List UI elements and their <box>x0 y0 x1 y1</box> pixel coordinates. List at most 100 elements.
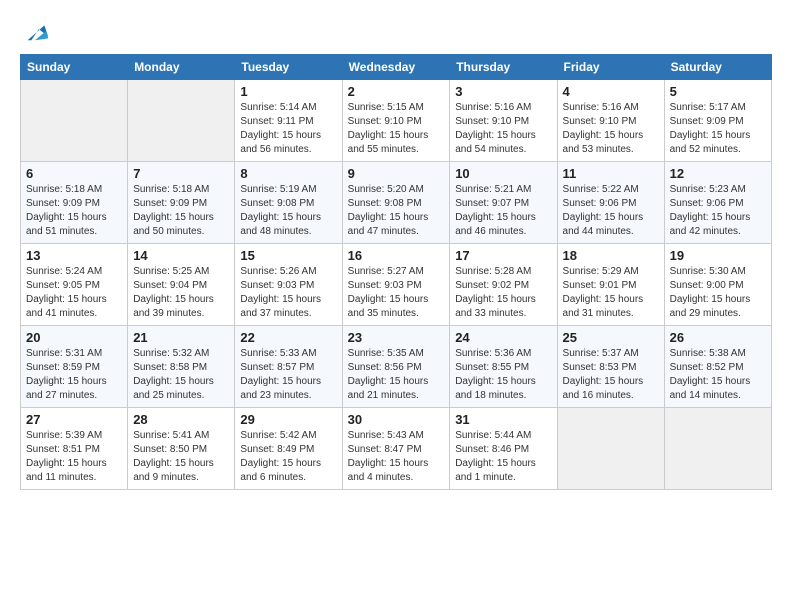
calendar-cell: 13 Sunrise: 5:24 AM Sunset: 9:05 PM Dayli… <box>21 244 128 326</box>
day-info: Sunrise: 5:32 AM Sunset: 8:58 PM Dayligh… <box>133 347 229 403</box>
day-number: 30 <box>348 412 445 427</box>
day-info: Sunrise: 5:16 AM Sunset: 9:10 PM Dayligh… <box>563 101 659 157</box>
calendar-cell <box>21 80 128 162</box>
day-info: Sunrise: 5:30 AM Sunset: 9:00 PM Dayligh… <box>670 265 766 321</box>
day-number: 13 <box>26 248 122 263</box>
logo-icon <box>22 16 50 44</box>
calendar-week-3: 13 Sunrise: 5:24 AM Sunset: 9:05 PM Dayli… <box>21 244 772 326</box>
day-number: 20 <box>26 330 122 345</box>
calendar-week-1: 1 Sunrise: 5:14 AM Sunset: 9:11 PM Daylig… <box>21 80 772 162</box>
day-number: 5 <box>670 84 766 99</box>
calendar-cell: 2 Sunrise: 5:15 AM Sunset: 9:10 PM Daylig… <box>342 80 450 162</box>
calendar-cell: 16 Sunrise: 5:27 AM Sunset: 9:03 PM Dayli… <box>342 244 450 326</box>
calendar-cell: 14 Sunrise: 5:25 AM Sunset: 9:04 PM Dayli… <box>128 244 235 326</box>
day-number: 2 <box>348 84 445 99</box>
calendar-cell: 6 Sunrise: 5:18 AM Sunset: 9:09 PM Daylig… <box>21 162 128 244</box>
day-header-sunday: Sunday <box>21 55 128 80</box>
calendar-cell: 11Sunrise: 5:22 AM Sunset: 9:06 PM Dayli… <box>557 162 664 244</box>
calendar-cell <box>557 408 664 490</box>
day-info: Sunrise: 5:17 AM Sunset: 9:09 PM Dayligh… <box>670 101 766 157</box>
calendar-cell: 19Sunrise: 5:30 AM Sunset: 9:00 PM Dayli… <box>664 244 771 326</box>
calendar-cell: 24Sunrise: 5:36 AM Sunset: 8:55 PM Dayli… <box>450 326 557 408</box>
calendar-header-row: SundayMondayTuesdayWednesdayThursdayFrid… <box>21 55 772 80</box>
calendar-cell: 30Sunrise: 5:43 AM Sunset: 8:47 PM Dayli… <box>342 408 450 490</box>
day-number: 10 <box>455 166 551 181</box>
day-info: Sunrise: 5:37 AM Sunset: 8:53 PM Dayligh… <box>563 347 659 403</box>
day-info: Sunrise: 5:31 AM Sunset: 8:59 PM Dayligh… <box>26 347 122 403</box>
day-info: Sunrise: 5:21 AM Sunset: 9:07 PM Dayligh… <box>455 183 551 239</box>
calendar-cell: 20 Sunrise: 5:31 AM Sunset: 8:59 PM Dayli… <box>21 326 128 408</box>
day-info: Sunrise: 5:19 AM Sunset: 9:08 PM Dayligh… <box>240 183 336 239</box>
day-info: Sunrise: 5:24 AM Sunset: 9:05 PM Dayligh… <box>26 265 122 321</box>
day-info: Sunrise: 5:18 AM Sunset: 9:09 PM Dayligh… <box>133 183 229 239</box>
calendar-cell: 9 Sunrise: 5:20 AM Sunset: 9:08 PM Daylig… <box>342 162 450 244</box>
calendar-cell: 29 Sunrise: 5:42 AM Sunset: 8:49 PM Dayli… <box>235 408 342 490</box>
calendar-cell: 3 Sunrise: 5:16 AM Sunset: 9:10 PM Daylig… <box>450 80 557 162</box>
day-number: 8 <box>240 166 336 181</box>
calendar-week-5: 27Sunrise: 5:39 AM Sunset: 8:51 PM Dayli… <box>21 408 772 490</box>
day-number: 22 <box>240 330 336 345</box>
day-info: Sunrise: 5:22 AM Sunset: 9:06 PM Dayligh… <box>563 183 659 239</box>
day-number: 24 <box>455 330 551 345</box>
day-info: Sunrise: 5:23 AM Sunset: 9:06 PM Dayligh… <box>670 183 766 239</box>
day-number: 23 <box>348 330 445 345</box>
day-number: 4 <box>563 84 659 99</box>
day-info: Sunrise: 5:41 AM Sunset: 8:50 PM Dayligh… <box>133 429 229 485</box>
day-info: Sunrise: 5:25 AM Sunset: 9:04 PM Dayligh… <box>133 265 229 321</box>
calendar-cell: 12Sunrise: 5:23 AM Sunset: 9:06 PM Dayli… <box>664 162 771 244</box>
day-info: Sunrise: 5:14 AM Sunset: 9:11 PM Dayligh… <box>240 101 336 157</box>
calendar-cell: 31Sunrise: 5:44 AM Sunset: 8:46 PM Dayli… <box>450 408 557 490</box>
calendar-cell: 5 Sunrise: 5:17 AM Sunset: 9:09 PM Daylig… <box>664 80 771 162</box>
day-info: Sunrise: 5:35 AM Sunset: 8:56 PM Dayligh… <box>348 347 445 403</box>
day-number: 14 <box>133 248 229 263</box>
calendar-cell: 4 Sunrise: 5:16 AM Sunset: 9:10 PM Daylig… <box>557 80 664 162</box>
day-number: 17 <box>455 248 551 263</box>
day-header-wednesday: Wednesday <box>342 55 450 80</box>
day-header-thursday: Thursday <box>450 55 557 80</box>
day-number: 31 <box>455 412 551 427</box>
day-number: 9 <box>348 166 445 181</box>
calendar-cell: 28Sunrise: 5:41 AM Sunset: 8:50 PM Dayli… <box>128 408 235 490</box>
day-info: Sunrise: 5:18 AM Sunset: 9:09 PM Dayligh… <box>26 183 122 239</box>
day-number: 21 <box>133 330 229 345</box>
day-header-monday: Monday <box>128 55 235 80</box>
calendar-body: 1 Sunrise: 5:14 AM Sunset: 9:11 PM Daylig… <box>21 80 772 490</box>
day-info: Sunrise: 5:28 AM Sunset: 9:02 PM Dayligh… <box>455 265 551 321</box>
day-info: Sunrise: 5:33 AM Sunset: 8:57 PM Dayligh… <box>240 347 336 403</box>
calendar-cell: 8 Sunrise: 5:19 AM Sunset: 9:08 PM Daylig… <box>235 162 342 244</box>
calendar-cell: 27Sunrise: 5:39 AM Sunset: 8:51 PM Dayli… <box>21 408 128 490</box>
calendar-cell: 17 Sunrise: 5:28 AM Sunset: 9:02 PM Dayli… <box>450 244 557 326</box>
day-number: 16 <box>348 248 445 263</box>
day-number: 25 <box>563 330 659 345</box>
calendar-week-4: 20 Sunrise: 5:31 AM Sunset: 8:59 PM Dayli… <box>21 326 772 408</box>
calendar-cell: 1 Sunrise: 5:14 AM Sunset: 9:11 PM Daylig… <box>235 80 342 162</box>
calendar-cell: 25 Sunrise: 5:37 AM Sunset: 8:53 PM Dayli… <box>557 326 664 408</box>
day-number: 6 <box>26 166 122 181</box>
day-info: Sunrise: 5:16 AM Sunset: 9:10 PM Dayligh… <box>455 101 551 157</box>
day-number: 1 <box>240 84 336 99</box>
day-number: 18 <box>563 248 659 263</box>
calendar-week-2: 6 Sunrise: 5:18 AM Sunset: 9:09 PM Daylig… <box>21 162 772 244</box>
calendar-cell: 23 Sunrise: 5:35 AM Sunset: 8:56 PM Dayli… <box>342 326 450 408</box>
page-header <box>20 16 772 44</box>
calendar-cell: 18 Sunrise: 5:29 AM Sunset: 9:01 PM Dayli… <box>557 244 664 326</box>
calendar-table: SundayMondayTuesdayWednesdayThursdayFrid… <box>20 54 772 490</box>
day-number: 15 <box>240 248 336 263</box>
calendar-cell: 15Sunrise: 5:26 AM Sunset: 9:03 PM Dayli… <box>235 244 342 326</box>
day-number: 26 <box>670 330 766 345</box>
day-header-tuesday: Tuesday <box>235 55 342 80</box>
calendar-cell <box>128 80 235 162</box>
day-info: Sunrise: 5:15 AM Sunset: 9:10 PM Dayligh… <box>348 101 445 157</box>
day-number: 29 <box>240 412 336 427</box>
calendar-cell: 22 Sunrise: 5:33 AM Sunset: 8:57 PM Dayli… <box>235 326 342 408</box>
day-info: Sunrise: 5:20 AM Sunset: 9:08 PM Dayligh… <box>348 183 445 239</box>
day-info: Sunrise: 5:27 AM Sunset: 9:03 PM Dayligh… <box>348 265 445 321</box>
calendar-cell: 21 Sunrise: 5:32 AM Sunset: 8:58 PM Dayli… <box>128 326 235 408</box>
calendar-cell: 10 Sunrise: 5:21 AM Sunset: 9:07 PM Dayli… <box>450 162 557 244</box>
day-number: 3 <box>455 84 551 99</box>
day-info: Sunrise: 5:38 AM Sunset: 8:52 PM Dayligh… <box>670 347 766 403</box>
calendar-cell: 7 Sunrise: 5:18 AM Sunset: 9:09 PM Daylig… <box>128 162 235 244</box>
day-info: Sunrise: 5:29 AM Sunset: 9:01 PM Dayligh… <box>563 265 659 321</box>
day-number: 7 <box>133 166 229 181</box>
day-info: Sunrise: 5:42 AM Sunset: 8:49 PM Dayligh… <box>240 429 336 485</box>
